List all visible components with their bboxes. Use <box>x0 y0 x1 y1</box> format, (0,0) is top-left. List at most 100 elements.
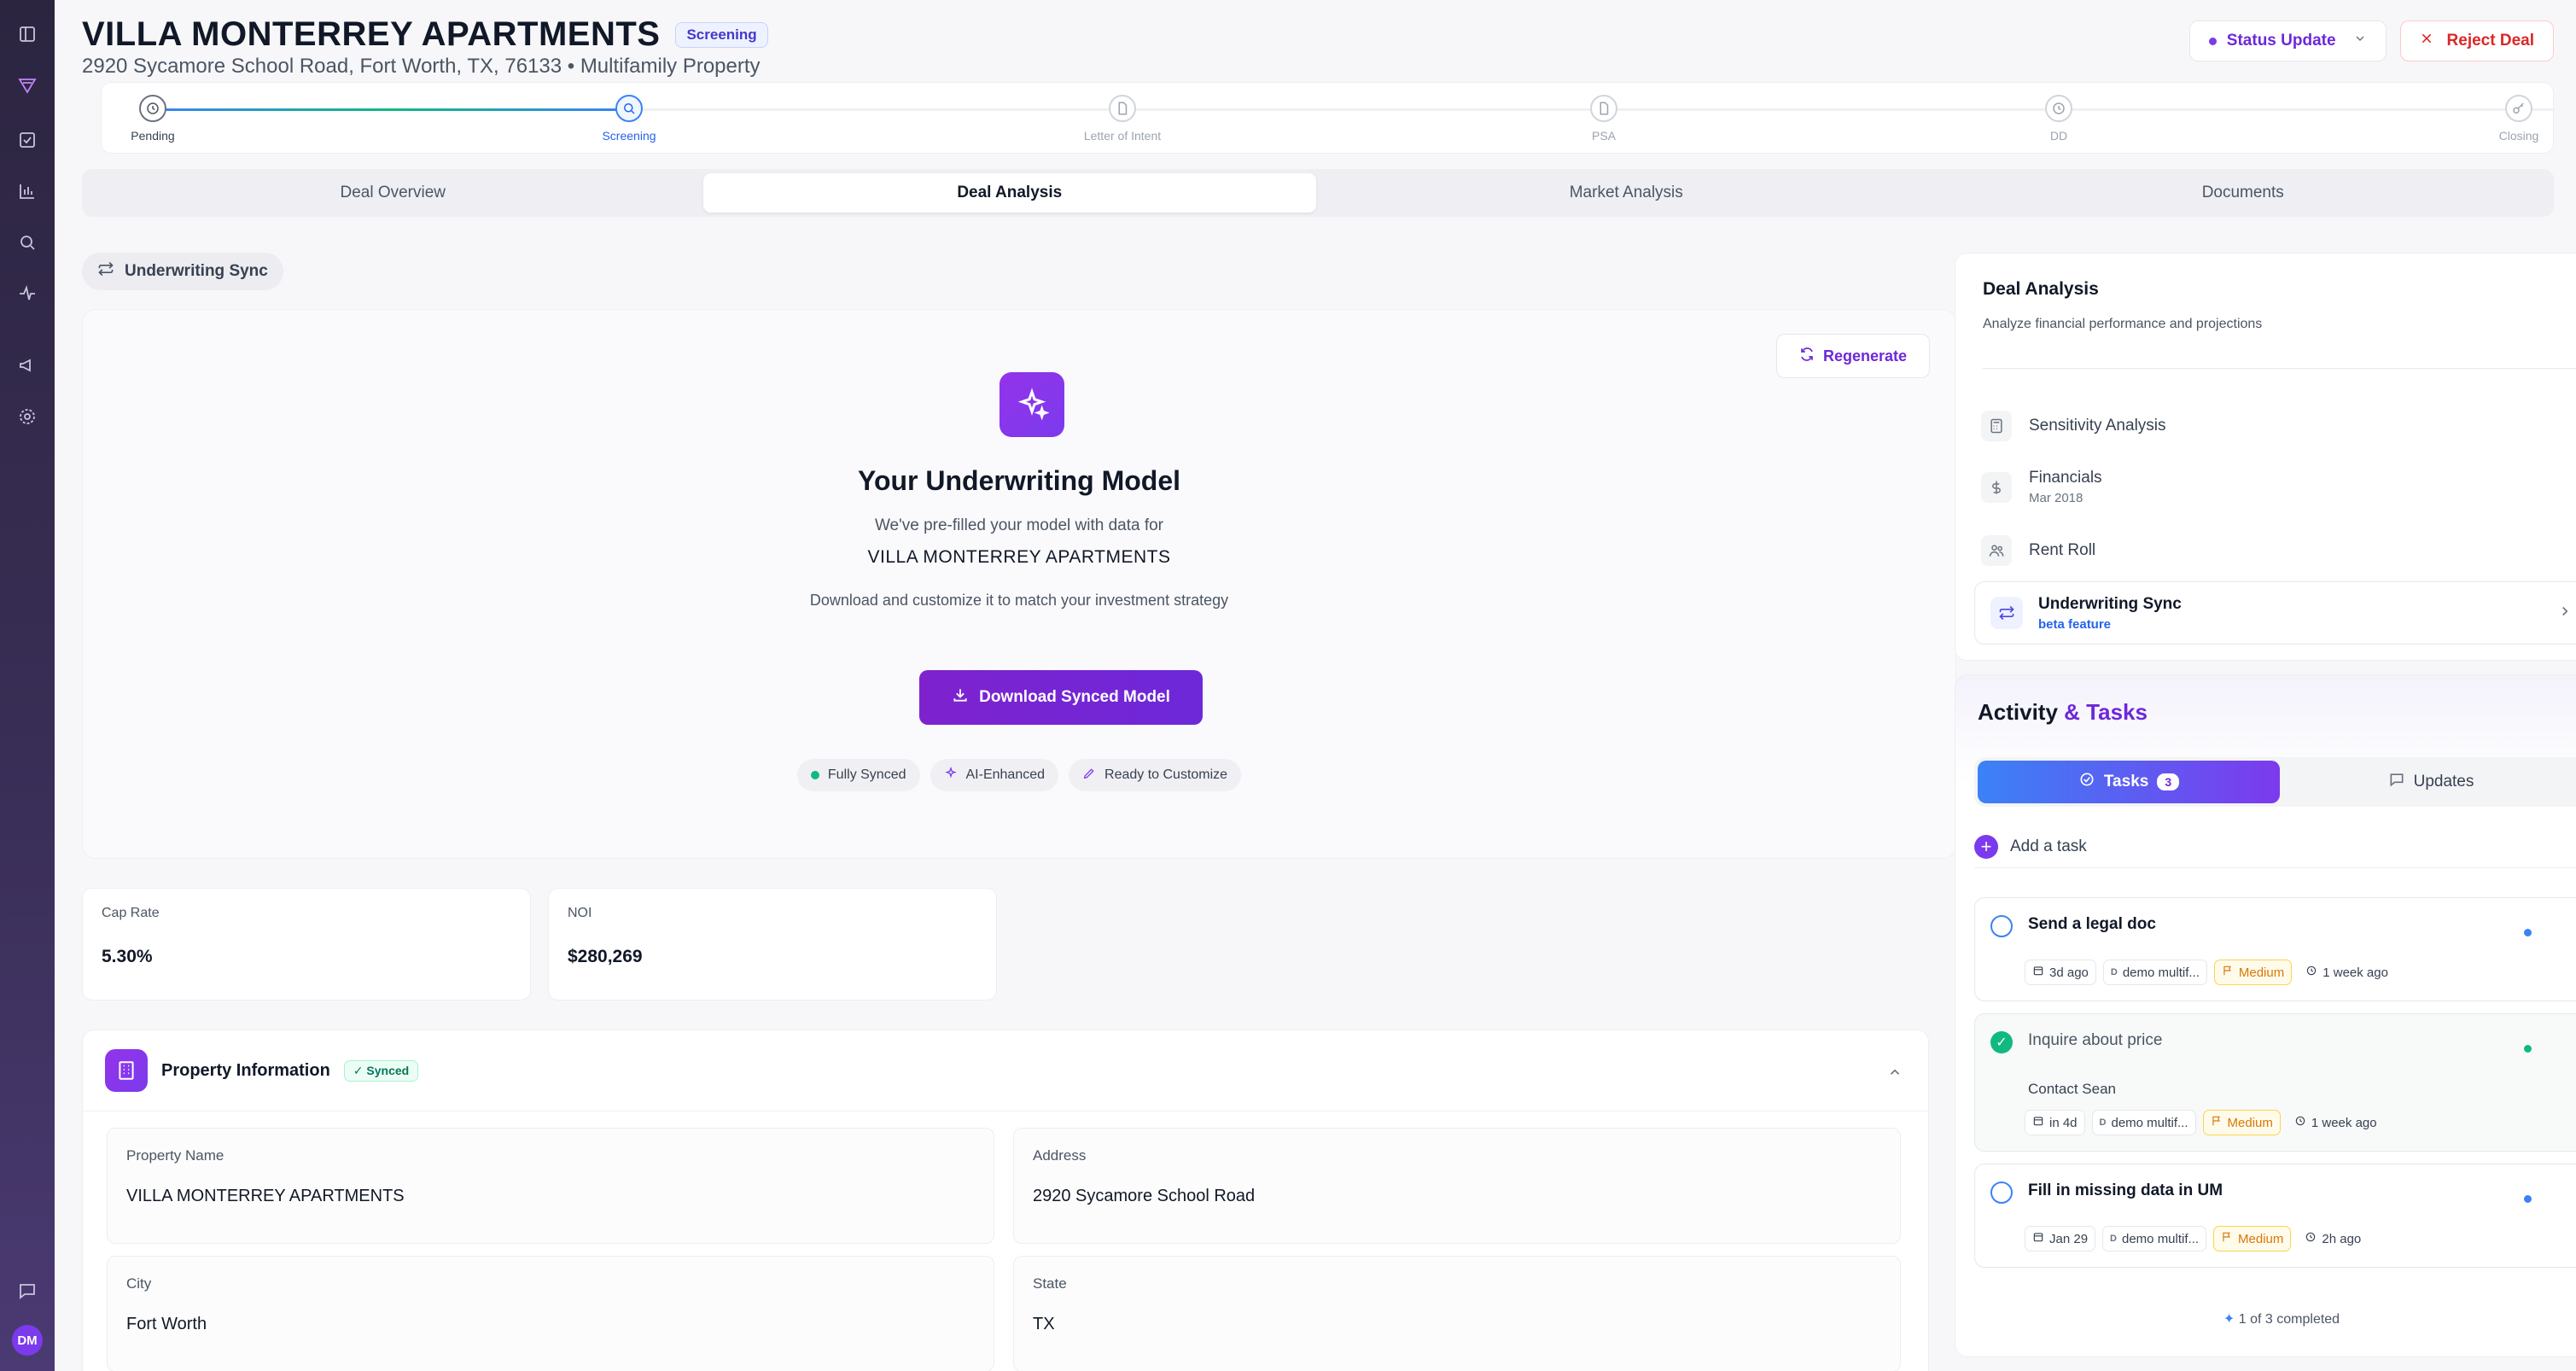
megaphone-icon[interactable] <box>10 348 44 382</box>
deal-analysis-panel: Deal Analysis Analyze financial performa… <box>1955 253 2576 661</box>
deal-analysis-title: Deal Analysis <box>1983 279 2099 299</box>
sidebar-item-financials[interactable]: Financials Mar 2018 <box>1981 469 2102 505</box>
step-label: Closing <box>2498 129 2539 143</box>
building-icon <box>105 1049 148 1092</box>
tab-deal-overview[interactable]: Deal Overview <box>86 173 700 213</box>
sync-icon <box>1990 597 2023 629</box>
task-checkbox[interactable] <box>1990 915 2013 937</box>
task-meta: 3d ago D demo multif... Medium 1 week ag… <box>2025 960 2395 985</box>
field-label: State <box>1033 1275 1067 1292</box>
tab-documents[interactable]: Documents <box>1937 173 2550 213</box>
hero-text: We've pre-filled your model with data fo… <box>874 516 1164 534</box>
owner-name: demo multif... <box>2122 965 2200 980</box>
task-checkbox-checked[interactable]: ✓ <box>1990 1031 2013 1053</box>
time-chip: 1 week ago <box>2299 960 2395 985</box>
download-synced-model-button[interactable]: Download Synced Model <box>919 670 1203 725</box>
pencil-icon <box>1082 767 1096 785</box>
chart-icon[interactable] <box>10 174 44 208</box>
regenerate-button[interactable]: Regenerate <box>1775 334 1930 378</box>
pill-label: Fully Synced <box>827 767 906 782</box>
property-information-card: Property Information ✓ Synced Property N… <box>82 1030 1929 1371</box>
step-dd[interactable]: DD <box>2008 95 2110 143</box>
tab-tasks[interactable]: Tasks 3 <box>1978 761 2280 803</box>
item-sublabel: Mar 2018 <box>2029 491 2084 505</box>
item-label: Financials <box>2029 469 2102 487</box>
deal-stage-stepper: Pending Screening Letter of Intent PSA D… <box>101 82 2554 154</box>
feedback-icon[interactable] <box>10 1274 44 1308</box>
flag-icon <box>2221 1231 2233 1246</box>
search-icon[interactable] <box>10 225 44 260</box>
close-icon <box>2420 32 2433 50</box>
underwriting-sync-item[interactable]: Underwriting Sync beta feature <box>1974 581 2576 645</box>
step-closing[interactable]: Closing <box>2468 95 2570 143</box>
logo-icon[interactable] <box>7 65 48 106</box>
pill-ready-to-customize: Ready to Customize <box>1069 759 1242 791</box>
sparkles-icon <box>944 766 958 785</box>
sidebar-item-rent-roll[interactable]: Rent Roll <box>1981 535 2095 566</box>
sidebar-item-sensitivity-analysis[interactable]: Sensitivity Analysis <box>1981 411 2166 441</box>
due-date-chip: in 4d <box>2025 1110 2085 1135</box>
task-item[interactable]: Send a legal doc 3d ago D demo multif...… <box>1974 897 2576 1001</box>
step-label: Screening <box>602 129 656 143</box>
metric-value: $280,269 <box>568 947 643 966</box>
tab-updates[interactable]: Updates <box>2280 761 2576 803</box>
step-label: DD <box>2049 129 2068 143</box>
owner-initial-icon: D <box>2110 967 2118 977</box>
calendar-icon <box>2032 965 2044 980</box>
layout-icon[interactable] <box>10 17 44 51</box>
metric-noi: NOI $280,269 <box>548 888 997 1001</box>
priority-label: Medium <box>2227 1115 2273 1130</box>
search-icon <box>615 95 643 122</box>
field-label: Property Name <box>126 1147 224 1164</box>
tab-deal-analysis[interactable]: Deal Analysis <box>702 173 1316 213</box>
deal-tabs: Deal Overview Deal Analysis Market Analy… <box>82 169 2554 217</box>
settings-icon[interactable] <box>10 400 44 434</box>
sparkles-icon: ✦ <box>2223 1312 2239 1327</box>
activity-icon[interactable] <box>10 277 44 311</box>
field-label: Address <box>1033 1147 1087 1164</box>
field-value: VILLA MONTERREY APARTMENTS <box>126 1187 405 1205</box>
chevron-up-icon[interactable] <box>1887 1065 1903 1084</box>
task-checkbox[interactable] <box>1990 1181 2013 1204</box>
metric-value: 5.30% <box>102 947 153 966</box>
activity-title-accent: & Tasks <box>2064 699 2148 725</box>
owner-chip: D demo multif... <box>2102 1226 2207 1251</box>
tasks-tab-label: Tasks <box>2103 773 2149 791</box>
status-dot-icon <box>2524 1045 2532 1053</box>
beta-feature-label: beta feature <box>2038 616 2112 632</box>
tasks-completed-summary: ✦ 1 of 3 completed <box>1955 1310 2576 1327</box>
step-screening[interactable]: Screening <box>578 95 680 143</box>
add-task-button[interactable]: + Add a task <box>1974 826 2576 868</box>
checklist-icon[interactable] <box>10 123 44 157</box>
time-ago: 2h ago <box>2322 1231 2362 1246</box>
step-letter-of-intent[interactable]: Letter of Intent <box>1071 95 1174 143</box>
task-item[interactable]: Fill in missing data in UM Jan 29 D demo… <box>1974 1164 2576 1268</box>
step-psa[interactable]: PSA <box>1553 95 1655 143</box>
metric-label: NOI <box>568 906 592 920</box>
unread-dot-icon <box>2524 929 2532 936</box>
calculator-icon <box>1981 411 2012 441</box>
task-item[interactable]: ✓ Inquire about price Contact Sean in 4d… <box>1974 1013 2576 1152</box>
reject-deal-button[interactable]: Reject Deal <box>2399 20 2554 61</box>
page-title: VILLA MONTERREY APARTMENTS <box>82 15 661 53</box>
pill-label: Ready to Customize <box>1104 767 1228 782</box>
calendar-icon <box>2032 1231 2044 1246</box>
due-date: in 4d <box>2049 1115 2078 1130</box>
add-task-label: Add a task <box>2010 837 2087 855</box>
due-date: 3d ago <box>2049 965 2089 980</box>
underwriting-sync-chip[interactable]: Underwriting Sync <box>82 253 283 290</box>
download-label: Download Synced Model <box>979 688 1170 706</box>
owner-initial-icon: D <box>2110 1234 2117 1244</box>
file-icon <box>1109 95 1136 122</box>
clock-icon <box>139 95 166 122</box>
field-value: 2920 Sycamore School Road <box>1033 1187 1256 1205</box>
status-dot-icon <box>2208 37 2217 45</box>
status-update-button[interactable]: Status Update <box>2188 20 2387 61</box>
avatar[interactable]: DM <box>12 1325 43 1356</box>
tab-market-analysis[interactable]: Market Analysis <box>1320 173 1933 213</box>
hero-text: Download and customize it to match your … <box>809 592 1229 609</box>
property-information-header[interactable]: Property Information ✓ Synced <box>105 1049 419 1092</box>
field-value: TX <box>1033 1315 1055 1333</box>
step-pending[interactable]: Pending <box>102 95 204 143</box>
check-circle-icon <box>2078 771 2095 793</box>
